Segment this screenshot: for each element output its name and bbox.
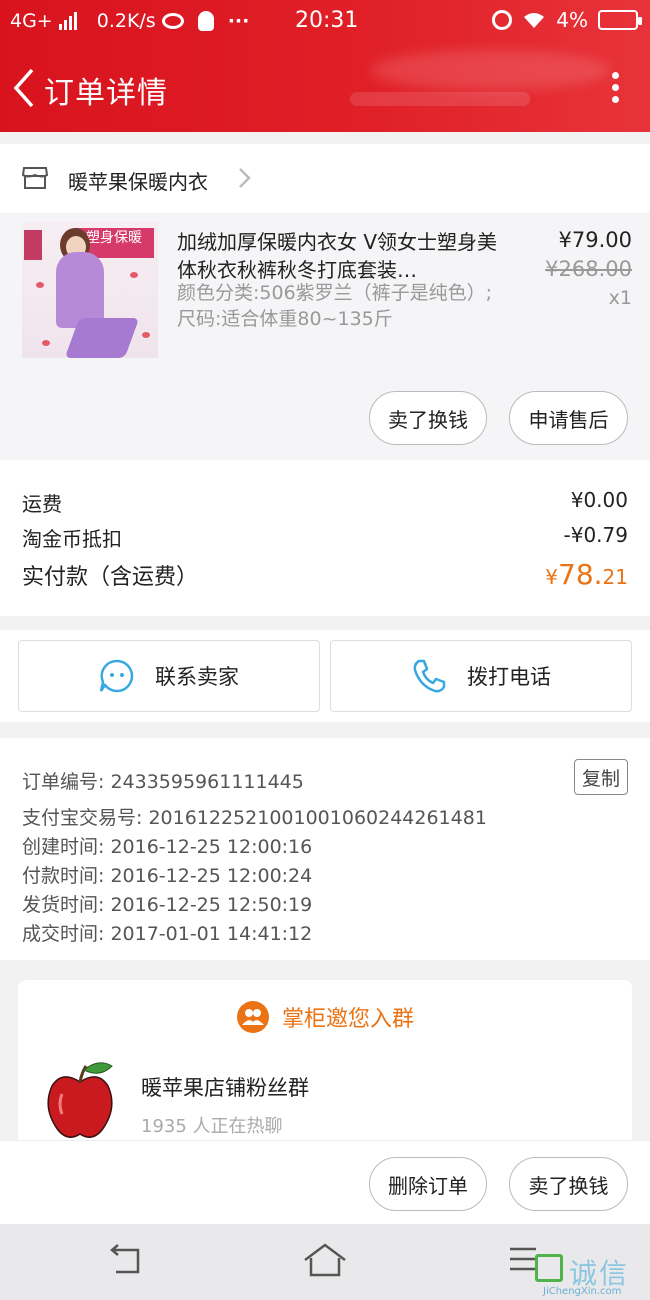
status-bar: 4G+ 0.2K/s ··· 20:31 4% xyxy=(0,0,650,44)
page-title: 订单详情 xyxy=(44,76,168,111)
shipping-value: ¥0.00 xyxy=(570,488,628,512)
petal-decoration xyxy=(130,272,138,278)
product-title: 加绒加厚保暖内衣女 V领女士塑身美体秋衣秋裤秋冬打底套装… xyxy=(177,230,498,282)
coin-value: -¥0.79 xyxy=(563,523,628,547)
contact-seller-button[interactable]: 联系卖家 xyxy=(18,640,320,712)
model-body xyxy=(56,252,104,328)
phone-icon xyxy=(413,659,446,693)
product-spec: 颜色分类:506紫罗兰（裤子是纯色）;尺码:适合体重80~135斤 xyxy=(177,282,493,330)
chat-bubble-icon xyxy=(99,659,134,693)
total-currency: ¥ xyxy=(545,565,559,589)
nav-back-icon[interactable] xyxy=(108,1244,142,1276)
petal-decoration xyxy=(36,282,44,288)
total-label: 实付款（含运费） xyxy=(22,565,199,590)
paid-time: 付款时间: 2016-12-25 12:00:24 xyxy=(22,865,313,887)
resell-button[interactable]: 卖了换钱 xyxy=(369,391,487,445)
product-quantity: x1 xyxy=(608,287,632,309)
speed-label: 0.2K/s xyxy=(96,10,156,32)
total-integer: 78. xyxy=(558,558,603,591)
shop-row[interactable]: 暖苹果保暖内衣 xyxy=(0,144,650,214)
network-label: 4G+ xyxy=(10,10,53,32)
clock: 20:31 xyxy=(295,8,359,33)
coin-label: 淘金币抵扣 xyxy=(22,527,122,551)
chevron-right-icon xyxy=(239,168,251,188)
store-icon xyxy=(22,167,48,189)
qq-icon xyxy=(197,11,214,31)
order-info: 订单编号: 2433595961111445 复制 支付宝交易号: 201612… xyxy=(0,738,650,960)
coin-row: 淘金币抵扣 -¥0.79 xyxy=(22,523,628,552)
copy-button[interactable]: 复制 xyxy=(574,759,628,795)
alarm-icon xyxy=(492,10,513,30)
bottom-action-bar: 删除订单 卖了换钱 xyxy=(0,1140,650,1224)
nav-home-icon[interactable] xyxy=(302,1242,348,1278)
watermark: 诚信 JiChengXin.com xyxy=(535,1250,650,1298)
group-invite-card[interactable]: 掌柜邀您入群 暖苹果店铺粉丝群 1935 人正在热聊 xyxy=(18,980,632,1150)
contact-bar: 联系卖家 拨打电话 xyxy=(0,630,650,722)
back-arrow-icon[interactable] xyxy=(10,66,40,110)
more-notifications-icon: ··· xyxy=(227,10,250,32)
product-card[interactable]: 塑身保暖 加绒加厚保暖内衣女 V领女士塑身美体秋衣秋裤秋冬打底套装… 颜色分类:… xyxy=(0,214,650,460)
petal-decoration xyxy=(142,332,150,338)
group-people-icon xyxy=(236,1001,269,1033)
group-member-count: 1935 人正在热聊 xyxy=(141,1116,283,1137)
thumbnail-tag xyxy=(24,230,42,260)
apple-logo-icon xyxy=(47,1062,113,1138)
product-thumbnail[interactable]: 塑身保暖 xyxy=(22,222,158,358)
watermark-url: JiChengXin.com xyxy=(543,1286,622,1297)
model-legs xyxy=(64,318,140,358)
product-original-price: ¥268.00 xyxy=(545,257,632,281)
call-phone-button[interactable]: 拨打电话 xyxy=(330,640,632,712)
group-heading: 掌柜邀您入群 xyxy=(18,1000,632,1034)
wifi-icon xyxy=(524,13,545,28)
nav-menu-icon[interactable] xyxy=(508,1246,538,1272)
contact-seller-label: 联系卖家 xyxy=(155,665,239,689)
shop-name: 暖苹果保暖内衣 xyxy=(68,170,208,194)
fee-summary: 运费 ¥0.00 淘金币抵扣 -¥0.79 实付款（含运费） ¥78.21 xyxy=(0,460,650,616)
order-number: 订单编号: 2433595961111445 xyxy=(22,771,304,793)
after-sale-button[interactable]: 申请售后 xyxy=(509,391,628,445)
battery-percent: 4% xyxy=(556,8,588,32)
nav-header: 订单详情 xyxy=(0,44,650,132)
created-time: 创建时间: 2016-12-25 12:00:16 xyxy=(22,836,313,858)
shipping-label: 运费 xyxy=(22,492,62,516)
alipay-number: 支付宝交易号: 2016122521001001060244261481 xyxy=(22,807,487,829)
signal-icon xyxy=(58,12,77,30)
battery-icon xyxy=(598,10,642,30)
wechat-icon xyxy=(161,13,184,29)
call-phone-label: 拨打电话 xyxy=(467,665,551,689)
top-bar: 4G+ 0.2K/s ··· 20:31 4% 订单详情 xyxy=(0,0,650,132)
total-decimal: 21 xyxy=(602,565,628,589)
group-name: 暖苹果店铺粉丝群 xyxy=(141,1076,309,1100)
watermark-logo-icon xyxy=(535,1254,563,1282)
resell-bottom-button[interactable]: 卖了换钱 xyxy=(509,1157,628,1211)
more-menu-icon[interactable] xyxy=(612,72,620,106)
completed-time: 成交时间: 2017-01-01 14:41:12 xyxy=(22,923,313,945)
delete-order-button[interactable]: 删除订单 xyxy=(369,1157,487,1211)
petal-decoration xyxy=(42,340,50,346)
total-value: ¥78.21 xyxy=(545,558,628,591)
shipped-time: 发货时间: 2016-12-25 12:50:19 xyxy=(22,894,313,916)
shipping-row: 运费 ¥0.00 xyxy=(22,488,628,517)
total-row: 实付款（含运费） ¥78.21 xyxy=(22,558,628,591)
product-price: ¥79.00 xyxy=(558,228,632,252)
group-heading-text: 掌柜邀您入群 xyxy=(281,1007,414,1032)
